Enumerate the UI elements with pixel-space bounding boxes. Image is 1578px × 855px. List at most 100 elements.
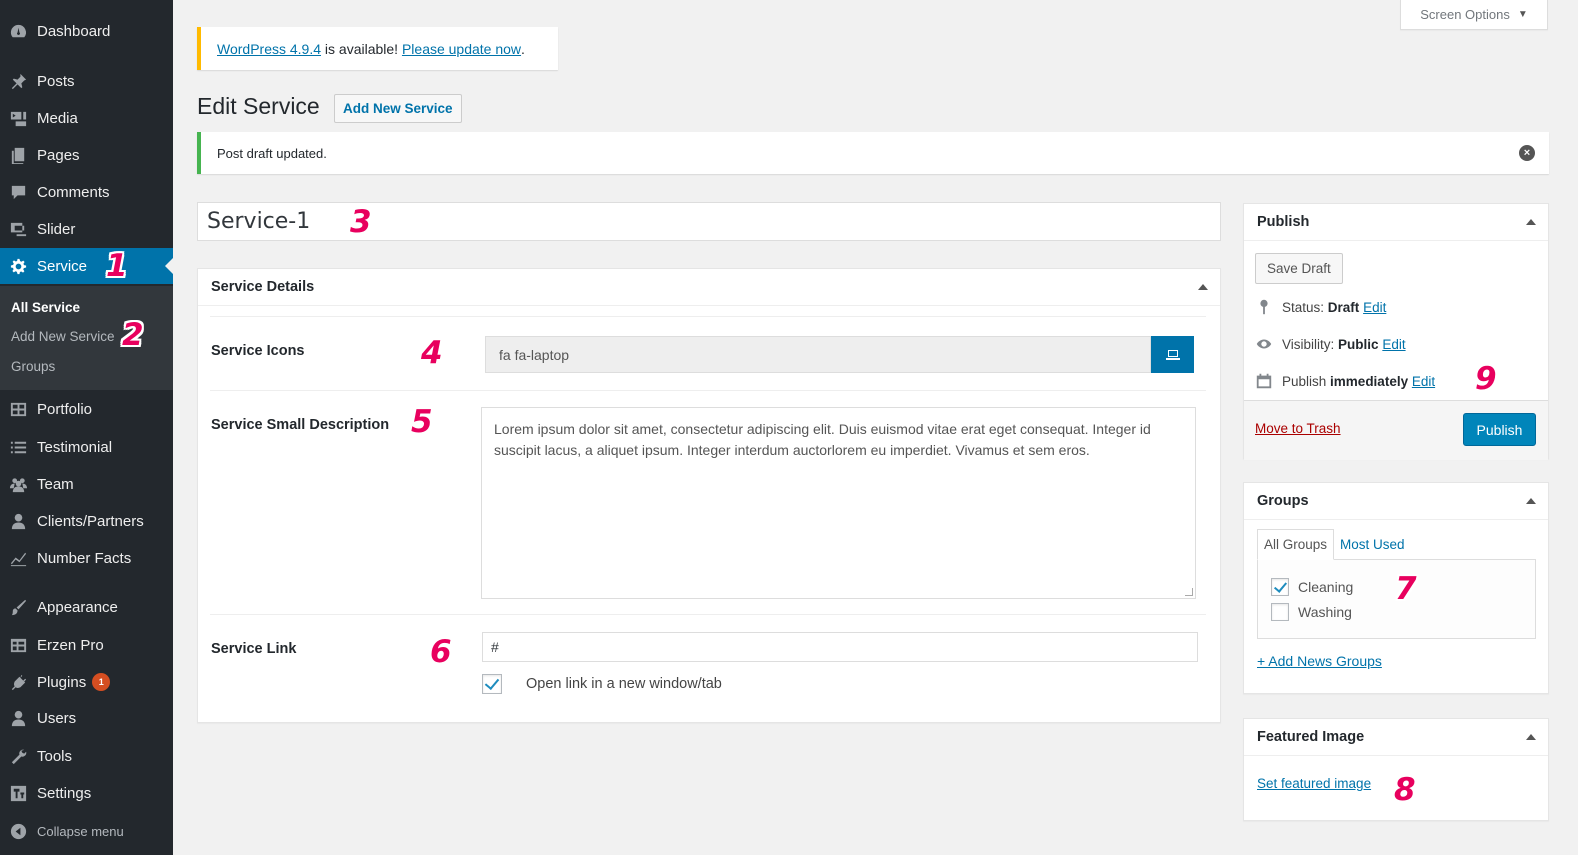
add-new-service-button[interactable]: Add New Service bbox=[334, 94, 462, 123]
annotation-7: 7 bbox=[1395, 571, 1417, 607]
notice-text: Post draft updated. bbox=[217, 145, 327, 161]
eye-icon bbox=[1256, 339, 1272, 349]
wordpress-version-link[interactable]: WordPress 4.9.4 bbox=[217, 41, 321, 57]
menu-tools[interactable]: Tools bbox=[0, 738, 173, 774]
menu-users[interactable]: Users bbox=[0, 700, 173, 736]
dismiss-icon[interactable]: × bbox=[1519, 145, 1535, 161]
washing-checkbox[interactable] bbox=[1271, 603, 1289, 621]
table-icon bbox=[0, 636, 37, 655]
menu-media[interactable]: Media bbox=[0, 100, 173, 136]
menu-team[interactable]: Team bbox=[0, 466, 173, 502]
menu-label: Appearance bbox=[37, 598, 118, 616]
menu-comments[interactable]: Comments bbox=[0, 174, 173, 210]
update-now-link[interactable]: Please update now bbox=[402, 41, 521, 57]
visibility-value: Public bbox=[1338, 336, 1379, 352]
menu-label: Service bbox=[37, 257, 88, 275]
submenu-add-new-service[interactable]: Add New Service bbox=[11, 329, 115, 344]
menu-testimonial[interactable]: Testimonial bbox=[0, 429, 173, 465]
collapse-arrow-icon[interactable] bbox=[1526, 219, 1536, 225]
edit-schedule-link[interactable]: Edit bbox=[1412, 374, 1435, 389]
menu-posts[interactable]: Posts bbox=[0, 63, 173, 99]
gear-icon bbox=[0, 257, 37, 276]
collapse-arrow-icon[interactable] bbox=[1526, 734, 1536, 740]
annotation-9: 9 bbox=[1475, 361, 1497, 397]
status-value: Draft bbox=[1327, 299, 1360, 315]
save-draft-button[interactable]: Save Draft bbox=[1255, 253, 1343, 284]
annotation-2: 2 bbox=[122, 317, 144, 353]
annotation-8: 8 bbox=[1394, 772, 1416, 808]
service-link-input[interactable]: # bbox=[482, 632, 1198, 662]
description-text: Lorem ipsum dolor sit amet, consectetur … bbox=[494, 421, 1151, 458]
menu-settings[interactable]: Settings bbox=[0, 775, 173, 811]
screen-options-label: Screen Options bbox=[1420, 7, 1510, 22]
menu-label: Pages bbox=[37, 146, 80, 164]
screen-options-button[interactable]: Screen Options ▼ bbox=[1400, 0, 1548, 30]
settings-icon bbox=[0, 784, 37, 803]
cleaning-checkbox[interactable] bbox=[1271, 578, 1289, 596]
open-new-window-checkbox[interactable] bbox=[482, 674, 502, 694]
service-icons-label: Service Icons bbox=[211, 343, 305, 359]
menu-appearance[interactable]: Appearance bbox=[0, 589, 173, 625]
menu-dashboard[interactable]: Dashboard bbox=[0, 13, 173, 49]
annotation-3: 3 bbox=[350, 204, 372, 240]
resize-handle-icon[interactable] bbox=[1185, 588, 1193, 596]
service-details-header[interactable]: Service Details bbox=[198, 269, 1220, 306]
tab-all-groups[interactable]: All Groups bbox=[1257, 529, 1335, 560]
dashboard-icon bbox=[0, 22, 37, 41]
menu-clients-partners[interactable]: Clients/Partners bbox=[0, 503, 173, 539]
collapse-arrow-icon[interactable] bbox=[1198, 284, 1208, 290]
submenu-all-service[interactable]: All Service bbox=[11, 300, 80, 315]
media-icon bbox=[0, 109, 37, 128]
menu-label: Dashboard bbox=[37, 22, 111, 40]
icon-picker-button[interactable] bbox=[1151, 336, 1194, 373]
open-new-window-label: Open link in a new window/tab bbox=[526, 676, 722, 692]
menu-label: Testimonial bbox=[37, 438, 113, 456]
menu-slider[interactable]: Slider bbox=[0, 211, 173, 247]
divider bbox=[210, 614, 1206, 615]
slider-icon bbox=[0, 220, 37, 239]
menu-service[interactable]: Service bbox=[0, 248, 173, 284]
publish-button[interactable]: Publish bbox=[1463, 413, 1536, 446]
edit-status-link[interactable]: Edit bbox=[1363, 300, 1386, 315]
menu-pages[interactable]: Pages bbox=[0, 137, 173, 173]
chart-icon bbox=[0, 549, 37, 568]
collapse-menu-button[interactable]: Collapse menu bbox=[0, 813, 173, 849]
set-featured-image-link[interactable]: Set featured image bbox=[1257, 776, 1371, 791]
submenu-groups[interactable]: Groups bbox=[11, 359, 55, 374]
annotation-1: 1 bbox=[106, 248, 128, 284]
groups-header[interactable]: Groups bbox=[1244, 483, 1548, 520]
caret-down-icon: ▼ bbox=[1517, 9, 1528, 20]
move-to-trash-link[interactable]: Move to Trash bbox=[1255, 421, 1341, 436]
service-details-title: Service Details bbox=[211, 279, 315, 295]
status-row: Status: Draft Edit bbox=[1255, 298, 1386, 316]
schedule-row: Publish immediately Edit bbox=[1255, 372, 1435, 390]
service-description-textarea[interactable]: Lorem ipsum dolor sit amet, consectetur … bbox=[481, 407, 1196, 599]
publish-header[interactable]: Publish bbox=[1244, 204, 1548, 241]
publish-actions: Move to Trash Publish bbox=[1244, 400, 1548, 460]
edit-visibility-link[interactable]: Edit bbox=[1382, 337, 1405, 352]
group-item-cleaning[interactable]: Cleaning bbox=[1271, 578, 1353, 596]
featured-image-title: Featured Image bbox=[1257, 729, 1365, 745]
menu-erzen-pro[interactable]: Erzen Pro bbox=[0, 627, 173, 663]
comments-icon bbox=[0, 183, 37, 202]
update-nag-text: is available! bbox=[321, 40, 402, 57]
tab-most-used[interactable]: Most Used bbox=[1334, 529, 1411, 560]
menu-label: Slider bbox=[37, 220, 76, 238]
menu-plugins[interactable]: Plugins 1 bbox=[0, 664, 173, 700]
service-submenu: All Service Add New Service Groups bbox=[0, 286, 173, 390]
divider bbox=[210, 390, 1206, 391]
plugins-update-badge: 1 bbox=[92, 673, 111, 691]
collapse-arrow-icon[interactable] bbox=[1526, 498, 1536, 504]
group-item-label: Washing bbox=[1298, 604, 1352, 620]
service-details-box: Service Details Service Icons fa fa-lapt… bbox=[197, 268, 1221, 723]
featured-image-header[interactable]: Featured Image bbox=[1244, 719, 1548, 756]
publish-value: immediately bbox=[1330, 373, 1409, 389]
group-item-washing[interactable]: Washing bbox=[1271, 603, 1352, 621]
add-new-group-link[interactable]: + Add News Groups bbox=[1257, 653, 1382, 669]
service-icon-input[interactable]: fa fa-laptop bbox=[485, 336, 1151, 373]
menu-label: Users bbox=[37, 709, 77, 727]
menu-number-facts[interactable]: Number Facts bbox=[0, 540, 173, 576]
menu-label: Team bbox=[37, 475, 74, 493]
menu-portfolio[interactable]: Portfolio bbox=[0, 391, 173, 427]
group-item-label: Cleaning bbox=[1298, 579, 1354, 595]
